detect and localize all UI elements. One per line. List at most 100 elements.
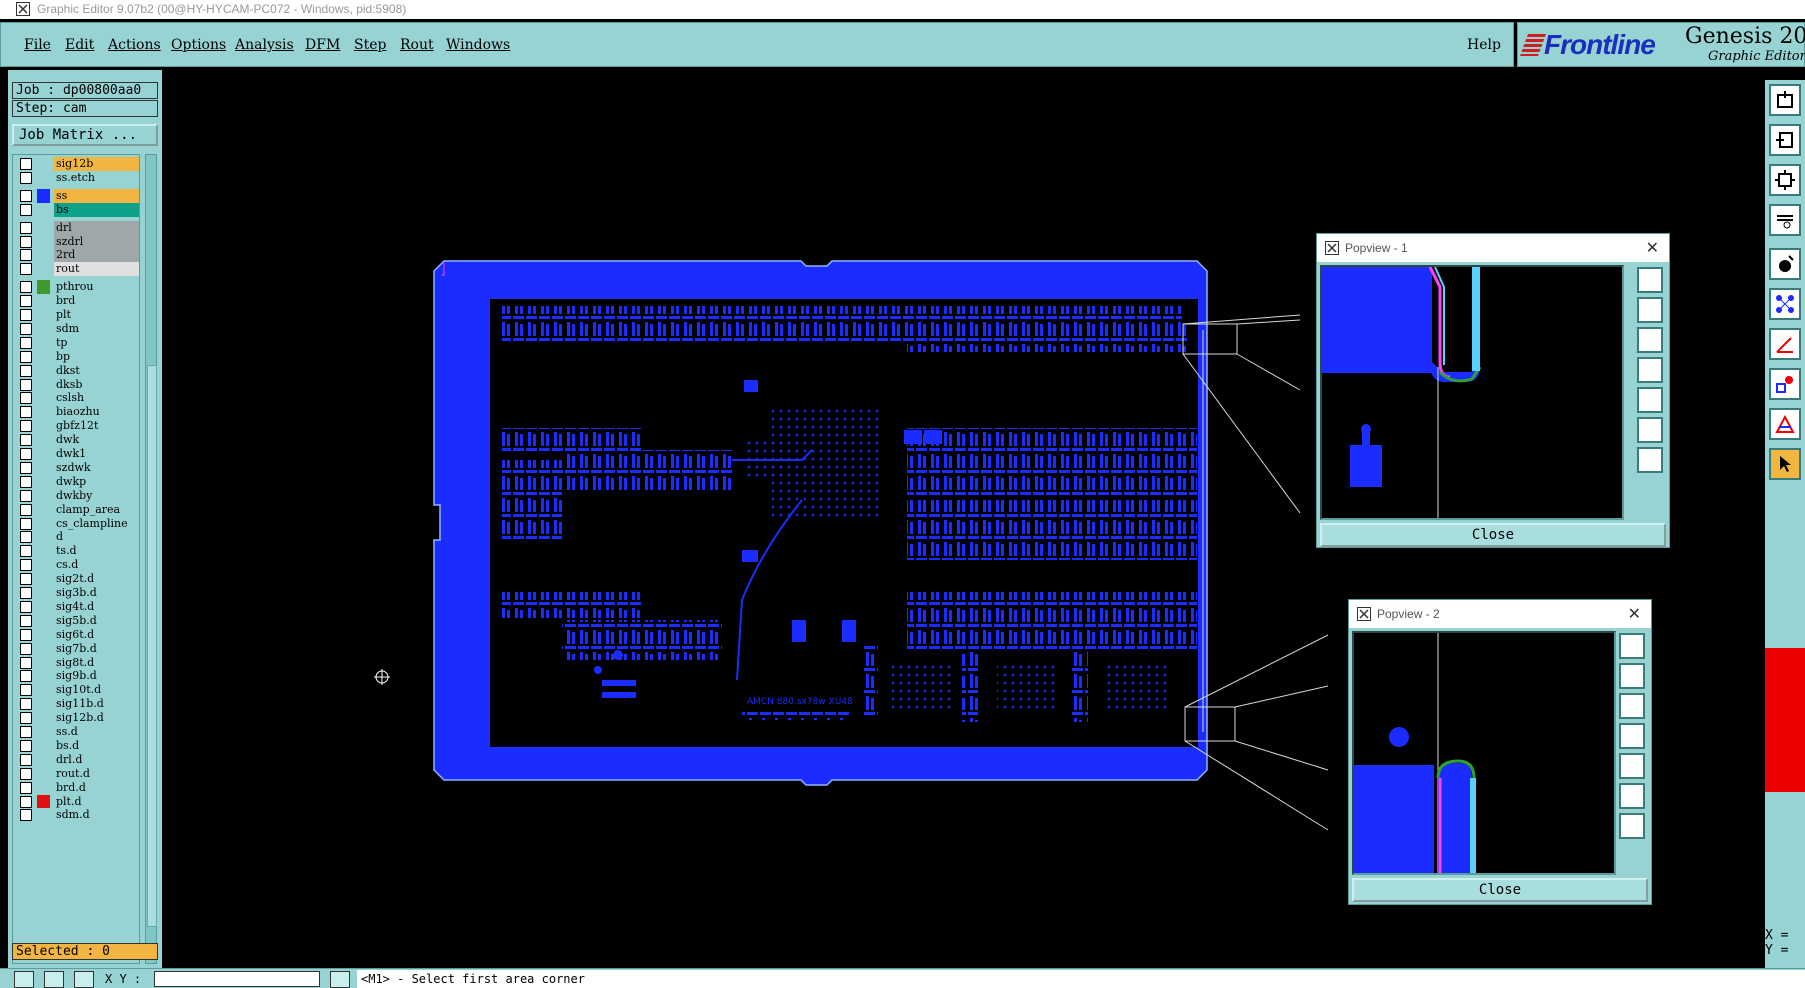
menu-edit[interactable]: Edit [65, 37, 94, 53]
layer-row[interactable]: sdm [17, 321, 139, 336]
layer-row[interactable]: dkst [17, 363, 139, 378]
layer-name[interactable]: sig9b.d [54, 669, 139, 684]
layer-name[interactable]: ss.d [54, 725, 139, 739]
layer-checkbox[interactable] [20, 364, 32, 377]
zoom-in-icon[interactable] [1637, 417, 1663, 443]
layer-name[interactable]: bs [54, 202, 139, 217]
layer-name[interactable]: ts.d [54, 544, 139, 559]
layer-name[interactable]: dksb [54, 377, 139, 392]
layer-checkbox[interactable] [20, 545, 32, 558]
layer-name[interactable]: drl.d [54, 752, 139, 767]
layer-checkbox[interactable] [20, 587, 32, 599]
layer-checkbox[interactable] [20, 309, 32, 321]
layer-name[interactable]: brd.d [54, 780, 139, 795]
layer-name[interactable]: sig4t.d [54, 599, 139, 614]
layer-checkbox[interactable] [20, 336, 32, 349]
zoom-out-icon[interactable] [1619, 813, 1645, 839]
layer-row[interactable]: biaozhu [17, 405, 139, 420]
layer-checkbox[interactable] [20, 350, 32, 363]
layer-row[interactable]: sig7b.d [17, 641, 139, 656]
layer-checkbox[interactable] [20, 475, 32, 488]
pan-down-icon[interactable] [1619, 693, 1645, 719]
triangle-icon[interactable] [1769, 408, 1801, 440]
layer-name[interactable]: tp [54, 335, 139, 350]
zoom-window-icon[interactable] [1619, 633, 1645, 659]
layer-checkbox[interactable] [20, 263, 32, 276]
layer-name[interactable]: ss.etch [54, 170, 139, 185]
menu-file[interactable]: File [24, 37, 51, 53]
layer-row[interactable]: cs.d [17, 558, 139, 573]
zoom-window-icon[interactable] [1637, 267, 1663, 293]
layer-name[interactable]: szdwk [54, 460, 139, 475]
layer-checkbox[interactable] [20, 781, 32, 794]
layer-row[interactable]: bs [17, 202, 139, 217]
layer-name[interactable]: sig5b.d [54, 613, 139, 628]
shape-icon[interactable] [1769, 368, 1801, 400]
menu-help[interactable]: Help [1467, 37, 1501, 53]
layer-row[interactable]: dksb [17, 377, 139, 392]
layer-checkbox[interactable] [20, 670, 32, 683]
layer-name[interactable]: ss [54, 188, 139, 203]
redraw-icon[interactable] [1769, 204, 1801, 236]
layer-row[interactable]: sig12b [17, 157, 139, 171]
layer-row[interactable]: d [17, 530, 139, 545]
layer-name[interactable]: dkst [54, 363, 139, 378]
pan-up-icon[interactable] [1637, 297, 1663, 323]
layer-row[interactable]: ss [17, 188, 139, 203]
fit-screen-icon[interactable] [1769, 84, 1801, 116]
popview-1-canvas[interactable] [1320, 265, 1624, 520]
pan-right-icon[interactable] [1619, 753, 1645, 779]
layer-row[interactable]: pthrou [17, 280, 139, 295]
layer-row[interactable]: szdwk [17, 460, 139, 475]
layer-checkbox[interactable] [20, 392, 32, 405]
layer-row[interactable]: sig12b.d [17, 711, 139, 726]
layer-name[interactable]: biaozhu [54, 405, 139, 420]
layer-checkbox[interactable] [20, 656, 32, 669]
layer-name[interactable]: dwk1 [54, 447, 139, 461]
layer-checkbox[interactable] [20, 171, 32, 184]
menu-options[interactable]: Options [171, 37, 226, 53]
layer-row[interactable]: clamp_area [17, 502, 139, 517]
layer-row[interactable]: plt [17, 308, 139, 322]
layer-list-scrollbar[interactable] [145, 154, 157, 964]
popview-2-titlebar[interactable]: Popview - 2 ✕ [1349, 600, 1651, 628]
layer-name[interactable]: sig6t.d [54, 627, 139, 642]
layer-row[interactable]: bs.d [17, 738, 139, 753]
layer-row[interactable]: sig11b.d [17, 697, 139, 712]
status-toggle-icon[interactable] [330, 971, 350, 988]
layer-row[interactable]: dwkp [17, 474, 139, 489]
layer-name[interactable]: drl [54, 220, 139, 235]
layer-row[interactable]: ss.etch [17, 170, 139, 185]
layer-name[interactable]: clamp_area [54, 502, 139, 517]
layer-row[interactable]: sig2t.d [17, 572, 139, 587]
select-pointer-icon[interactable] [1769, 448, 1801, 480]
layer-checkbox[interactable] [20, 809, 32, 822]
layer-name[interactable]: sig2t.d [54, 572, 139, 587]
layer-checkbox[interactable] [20, 322, 32, 335]
layer-row[interactable]: sig10t.d [17, 683, 139, 698]
layer-row[interactable]: brd.d [17, 780, 139, 795]
layer-checkbox[interactable] [20, 726, 32, 738]
measure-icon[interactable] [1769, 328, 1801, 360]
layer-checkbox[interactable] [20, 698, 32, 711]
popview-1-close-button[interactable]: Close [1320, 523, 1666, 547]
layer-name[interactable]: gbfz12t [54, 419, 139, 434]
layer-name[interactable]: sdm.d [54, 808, 139, 823]
zoom-in-icon[interactable] [1619, 783, 1645, 809]
snap-icon[interactable] [1769, 248, 1801, 280]
layer-row[interactable]: sig4t.d [17, 599, 139, 614]
layer-checkbox[interactable] [20, 753, 32, 766]
layer-name[interactable]: sdm [54, 321, 139, 336]
layer-checkbox[interactable] [20, 767, 32, 780]
layer-row[interactable]: bp [17, 349, 139, 364]
layer-checkbox[interactable] [20, 712, 32, 725]
layer-row[interactable]: sig6t.d [17, 627, 139, 642]
layer-row[interactable]: gbfz12t [17, 419, 139, 434]
layer-name[interactable]: rout.d [54, 766, 139, 781]
layer-name[interactable]: bs.d [54, 738, 139, 753]
layer-checkbox[interactable] [20, 249, 32, 262]
xy-input[interactable] [154, 971, 320, 987]
pan-down-icon[interactable] [1637, 327, 1663, 353]
layer-name[interactable]: cslsh [54, 391, 139, 406]
layer-checkbox[interactable] [20, 795, 32, 808]
